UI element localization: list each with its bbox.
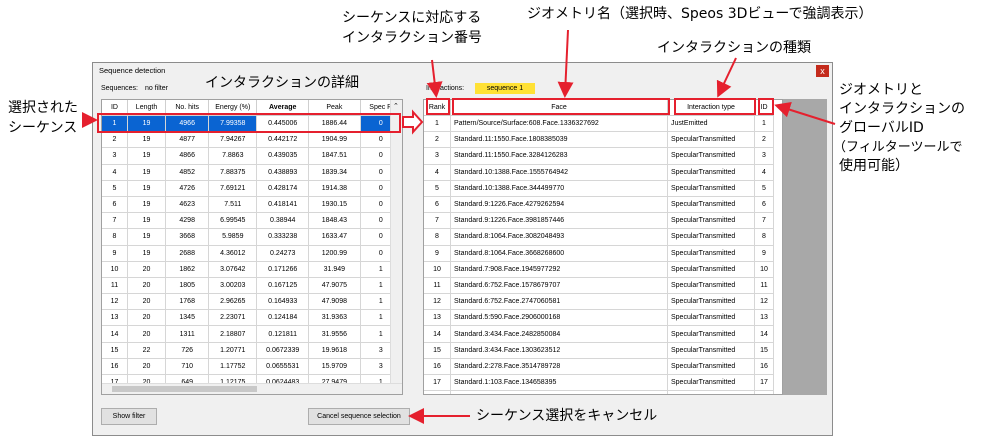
- annotation-cancel: シーケンス選択をキャンセル: [476, 408, 658, 424]
- annotation-global-id-1: ジオメトリと: [839, 82, 923, 98]
- annotation-global-id-5: 使用可能）: [839, 158, 909, 174]
- annotation-global-id-3: グローバルID: [839, 120, 924, 136]
- annotation-interaction-type: インタラクションの種類: [657, 40, 811, 56]
- annotation-global-id-4: （フィルターツールで: [833, 140, 963, 155]
- annotation-rank-2: インタラクション番号: [342, 30, 482, 46]
- annotation-geometry-name: ジオメトリ名（選択時、Speos 3Dビューで強調表示）: [527, 6, 873, 22]
- annotation-selected-2: シーケンス: [8, 120, 78, 136]
- annotation-selected-1: 選択された: [8, 100, 78, 116]
- annotation-global-id-2: インタラクションの: [839, 101, 965, 117]
- annotation-arrows: [82, 29, 836, 424]
- annotation-interaction-details: インタラクションの詳細: [205, 75, 359, 91]
- annotation-rank-1: シーケンスに対応する: [342, 10, 482, 26]
